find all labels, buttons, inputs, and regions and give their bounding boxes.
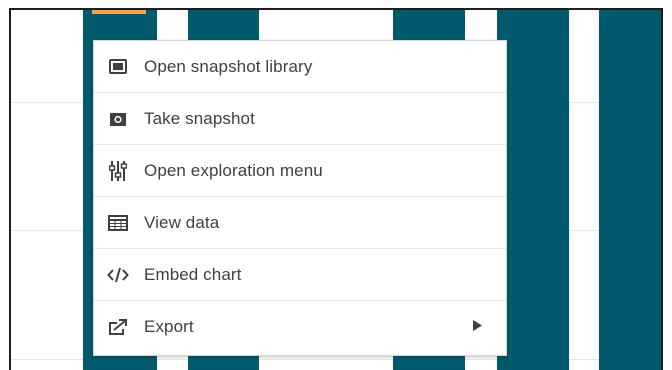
camera-icon [107,108,129,130]
selection-indicator [92,10,146,14]
menu-item-export[interactable]: Export [94,301,506,353]
table-icon [107,212,129,234]
menu-item-view-data[interactable]: View data [94,197,506,249]
menu-item-open-exploration-menu[interactable]: Open exploration menu [94,145,506,197]
menu-item-label: Export [144,317,194,336]
snapshot-library-icon [107,56,129,78]
sliders-icon [107,160,129,182]
chart-bar[interactable] [599,10,661,370]
chart-bar[interactable] [497,10,569,370]
code-icon [107,264,129,286]
menu-item-embed-chart[interactable]: Embed chart [94,249,506,301]
export-icon [107,316,129,338]
menu-item-label: View data [144,212,220,232]
context-menu: Open snapshot library Take snapshot Open… [93,40,507,356]
menu-item-take-snapshot[interactable]: Take snapshot [94,93,506,145]
menu-item-label: Open exploration menu [144,160,323,180]
menu-item-label: Embed chart [144,264,242,284]
menu-item-label: Open snapshot library [144,56,313,76]
submenu-arrow-icon [473,318,482,336]
menu-item-open-snapshot-library[interactable]: Open snapshot library [94,41,506,93]
menu-item-label: Take snapshot [144,108,255,128]
